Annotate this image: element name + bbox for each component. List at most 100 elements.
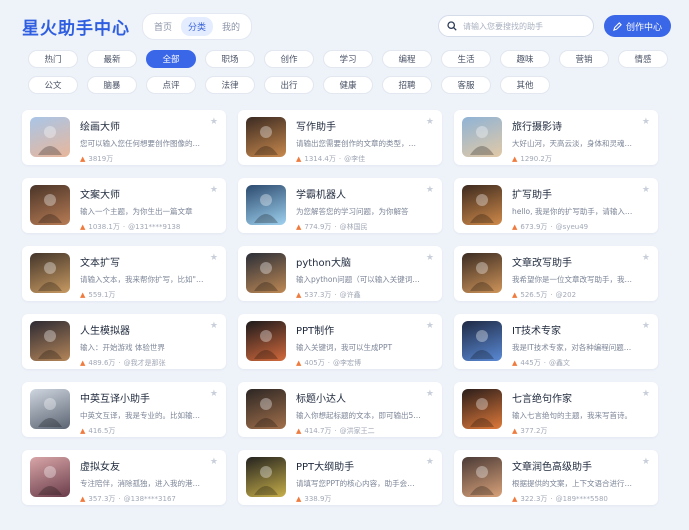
assistant-card[interactable]: 中英互译小助手 中英文互译，我是专业的。比如输入：... ▲ 416.5万 ★	[22, 382, 226, 437]
assistant-card[interactable]: 文章改写助手 我希望你是一位文章改写助手，我给出... ▲ 526.5万 · @202 ★	[454, 246, 658, 301]
assistant-avatar	[246, 321, 286, 361]
category-chip[interactable]: 出行	[264, 76, 314, 94]
card-description: 您可以输入您任何想要创作图像的主题...	[80, 139, 206, 148]
assistant-card[interactable]: 文章润色高级助手 根据提供的文案，上下文语合进行润色 ▲ 322.3万 · @189***…	[454, 450, 658, 505]
assistant-card[interactable]: 人生模拟器 输入：开始游戏 体验世界 ▲ 489.6万 · @我才是那张 ★	[22, 314, 226, 369]
card-description: 根据提供的文案，上下文语合进行润色	[512, 479, 638, 488]
assistant-card[interactable]: 写作助手请输出您需要创作的文章的类型，以及文... ▲1314.4万·@李佳 ★	[238, 110, 442, 165]
card-meta: ▲ 774.9万 · @林国民	[296, 222, 434, 232]
assistant-card[interactable]: 七言绝句作家 输入七言绝句的主题，我来写首诗。 ▲ 377.2万 ★	[454, 382, 658, 437]
fire-icon: ▲	[80, 359, 86, 367]
figure-icon	[254, 126, 278, 155]
brand-title: 星火助手中心	[22, 18, 130, 39]
favorite-star-icon[interactable]: ★	[210, 389, 218, 399]
category-chip[interactable]: 健康	[323, 76, 373, 94]
favorite-star-icon[interactable]: ★	[210, 457, 218, 467]
figure-icon	[470, 194, 494, 223]
assistant-card[interactable]: 虚拟女友 专注陪伴，消除孤独，进入我的港湾~ ▲ 357.3万 · @138****316…	[22, 450, 226, 505]
usage-count: 559.1万	[88, 291, 116, 299]
category-chip[interactable]: 生活	[441, 50, 491, 68]
assistant-avatar	[462, 117, 502, 157]
category-chip[interactable]: 编程	[382, 50, 432, 68]
usage-count: 357.3万	[88, 495, 116, 503]
card-description: 大好山河，天高云淡，身体和灵魂总有...	[512, 139, 638, 148]
favorite-star-icon[interactable]: ★	[642, 321, 650, 331]
card-meta: ▲ 416.5万	[80, 426, 218, 436]
favorite-star-icon[interactable]: ★	[426, 117, 434, 127]
search-input[interactable]	[462, 21, 583, 31]
category-chip[interactable]: 趣味	[500, 50, 550, 68]
card-title: 文章改写助手	[512, 258, 572, 269]
assistant-avatar	[462, 253, 502, 293]
assistant-card[interactable]: 扩写助手 hello, 我是你的扩写助手，请输入文本... ▲ 673.9万 · @sye…	[454, 178, 658, 233]
create-center-label: 创作中心	[625, 22, 662, 33]
card-title: 七言绝句作家	[512, 394, 572, 405]
favorite-star-icon[interactable]: ★	[642, 389, 650, 399]
figure-icon	[254, 262, 278, 291]
card-title: 标题小达人	[296, 394, 346, 405]
tab-home[interactable]: 首页	[147, 17, 179, 36]
assistant-card[interactable]: 标题小达人 输入你想起标题的文本，即可输出5个文... ▲ 414.7万 · @洪家王二 ★	[238, 382, 442, 437]
assistant-grid: 绘画大师 您可以输入您任何想要创作图像的主题... ▲ 3819万 ★ 写作助手 请输出您需…	[22, 110, 658, 505]
favorite-star-icon[interactable]: ★	[642, 117, 650, 127]
figure-icon	[38, 262, 62, 291]
tab-category[interactable]: 分类	[181, 16, 214, 36]
tab-mine[interactable]: 我的	[215, 17, 247, 36]
category-row: 公文 脑暴 点评 法律 出行 健康 招聘 客服 其他	[28, 76, 668, 94]
card-meta: ▲ 322.3万 · @189****5580	[512, 494, 650, 504]
category-chip[interactable]: 热门	[28, 50, 78, 68]
usage-count: 1038.1万	[88, 223, 120, 231]
category-chip[interactable]: 营销	[559, 50, 609, 68]
category-chip[interactable]: 公文	[28, 76, 78, 94]
usage-count: 445万	[520, 359, 541, 367]
category-chip[interactable]: 学习	[323, 50, 373, 68]
favorite-star-icon[interactable]: ★	[210, 117, 218, 127]
favorite-star-icon[interactable]: ★	[210, 253, 218, 263]
assistant-card[interactable]: 文案大师 输入一个主题，为你生出一篇文章 ▲ 1038.1万 · @131****9138…	[22, 178, 226, 233]
card-title: python大脑	[296, 258, 351, 269]
category-chip[interactable]: 招聘	[382, 76, 432, 94]
category-filter: 热门 最新 全部 职场 创作 学习 编程 生活 趣味 营销 情感 公文 脑暴 点评 法律 出行 健康 招聘 客服其…	[28, 50, 668, 102]
fire-icon: ▲	[80, 427, 86, 435]
author-name: @许鑫	[339, 291, 361, 299]
category-chip[interactable]: 脑暴	[87, 76, 137, 94]
favorite-star-icon[interactable]: ★	[426, 457, 434, 467]
search-box[interactable]	[437, 15, 594, 37]
assistant-card[interactable]: 旅行摄影诗 大好山河，天高云淡，身体和灵魂总有... ▲ 1290.2万 ★	[454, 110, 658, 165]
favorite-star-icon[interactable]: ★	[210, 321, 218, 331]
favorite-star-icon[interactable]: ★	[642, 457, 650, 467]
favorite-star-icon[interactable]: ★	[426, 185, 434, 195]
category-chip[interactable]: 创作	[264, 50, 314, 68]
favorite-star-icon[interactable]: ★	[426, 253, 434, 263]
card-description: 输入七言绝句的主题，我来写首诗。	[512, 411, 632, 420]
assistant-card[interactable]: 文本扩写 请输入文本，我来帮你扩写，比如"大造... ▲ 559.1万 ★	[22, 246, 226, 301]
category-chip[interactable]: 职场	[205, 50, 255, 68]
card-body: IT技术专家我是IT技术专家，对各种编程问题都有一... ▲445万·@鑫文	[512, 321, 650, 368]
assistant-avatar	[30, 117, 70, 157]
category-chip[interactable]: 情感	[618, 50, 668, 68]
favorite-star-icon[interactable]: ★	[426, 389, 434, 399]
category-chip[interactable]: 其他	[500, 76, 550, 94]
create-center-button[interactable]: 创作中心	[603, 15, 671, 37]
card-body: 七言绝句作家 输入七言绝句的主题，我来写首诗。 ▲ 377.2万	[512, 389, 650, 436]
category-chip[interactable]: 全部	[146, 50, 196, 68]
card-description: 输入你想起标题的文本，即可输出5个文...	[296, 411, 422, 420]
favorite-star-icon[interactable]: ★	[210, 185, 218, 195]
favorite-star-icon[interactable]: ★	[642, 185, 650, 195]
category-chip[interactable]: 最新	[87, 50, 137, 68]
figure-icon	[38, 126, 62, 155]
usage-count: 526.5万	[520, 291, 548, 299]
category-chip[interactable]: 客服	[441, 76, 491, 94]
favorite-star-icon[interactable]: ★	[642, 253, 650, 263]
usage-count: 673.9万	[520, 223, 548, 231]
usage-count: 1314.4万	[304, 155, 336, 163]
assistant-card[interactable]: IT技术专家我是IT技术专家，对各种编程问题都有一... ▲445万·@鑫文 ★	[454, 314, 658, 369]
assistant-card[interactable]: PPT制作 输入关键词，我可以生成PPT ▲ 405万 · @李宏博 ★	[238, 314, 442, 369]
assistant-card[interactable]: 学霸机器人 为您解答您的学习问题，为你解答 ▲ 774.9万 · @林国民 ★	[238, 178, 442, 233]
assistant-card[interactable]: python大脑 输入python问题（可以输入关键词，可... ▲ 537.3万 · @…	[238, 246, 442, 301]
assistant-card[interactable]: PPT大纲助手请填写您PPT的核心内容，助手会提供PP... ▲338.9万 ★	[238, 450, 442, 505]
category-chip[interactable]: 法律	[205, 76, 255, 94]
category-chip[interactable]: 点评	[146, 76, 196, 94]
favorite-star-icon[interactable]: ★	[426, 321, 434, 331]
assistant-card[interactable]: 绘画大师 您可以输入您任何想要创作图像的主题... ▲ 3819万 ★	[22, 110, 226, 165]
